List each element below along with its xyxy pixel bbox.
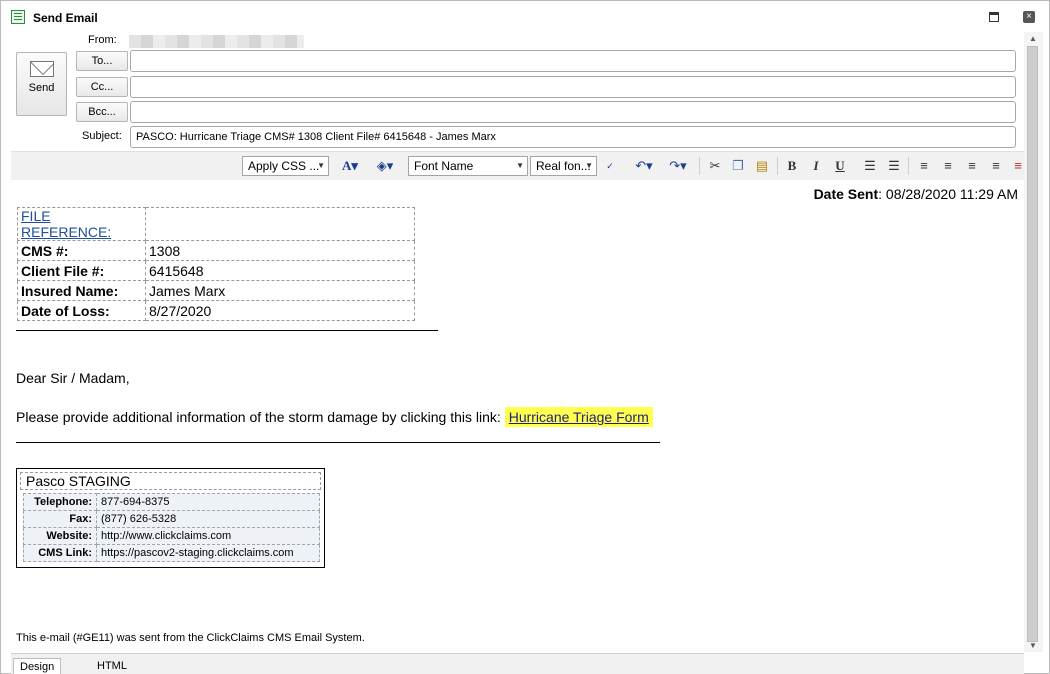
from-address-redacted <box>129 35 304 48</box>
vertical-scrollbar[interactable]: ▲ ▼ <box>1024 32 1043 652</box>
file-reference-table: FILE REFERENCE: CMS #: 1308 Client File … <box>17 207 415 321</box>
align-left-icon[interactable]: ≡ <box>915 157 933 175</box>
to-field[interactable] <box>130 50 1016 72</box>
apply-css-dropdown[interactable]: Apply CSS ... ▼ <box>242 156 329 176</box>
font-name-label: Font Name <box>414 159 474 173</box>
send-email-window: Send Email × Send From: To... Cc... Bcc.… <box>0 0 1050 674</box>
date-sent-label: Date Sent <box>813 186 879 202</box>
email-form-icon <box>11 10 25 24</box>
align-right-icon[interactable]: ≡ <box>963 157 981 175</box>
scroll-down-icon[interactable]: ▼ <box>1027 641 1039 651</box>
underline-icon[interactable]: U <box>832 157 848 175</box>
redo-icon[interactable]: ↷▾ <box>665 157 691 175</box>
font-size-dropdown[interactable]: Real fon... ▼ <box>530 156 597 176</box>
date-sent-value: : 08/28/2020 11:29 AM <box>878 186 1018 202</box>
date-of-loss-label: Date of Loss: <box>17 300 146 321</box>
subject-label: Subject: <box>82 130 122 142</box>
cc-button[interactable]: Cc... <box>76 77 128 97</box>
send-button-label: Send <box>28 82 55 94</box>
cms-value: 1308 <box>145 240 415 261</box>
scrollbar-thumb[interactable] <box>1027 46 1038 642</box>
bcc-field[interactable] <box>130 101 1016 123</box>
client-file-label: Client File #: <box>17 260 146 281</box>
editor-mode-bar: Design HTML <box>11 653 1024 674</box>
signature-block: Pasco STAGING Telephone: 877-694-8375 Fa… <box>16 468 325 568</box>
close-icon[interactable]: × <box>1023 11 1035 23</box>
hurricane-triage-form-link[interactable]: Hurricane Triage Form <box>504 407 653 427</box>
table-row: Client File #: 6415648 <box>17 260 415 281</box>
footer-note: This e-mail (#GE11) was sent from the Cl… <box>16 632 365 644</box>
separator-line <box>16 442 660 443</box>
file-reference-title: FILE REFERENCE: <box>17 207 146 241</box>
justify-icon[interactable]: ≡ <box>987 157 1005 175</box>
table-row: Insured Name: James Marx <box>17 280 415 301</box>
tab-design[interactable]: Design <box>13 658 62 674</box>
paste-icon[interactable]: ▤ <box>754 157 770 175</box>
scroll-up-icon[interactable]: ▲ <box>1027 34 1039 44</box>
editor-toolbar: Apply CSS ... ▼ A▾ ◈▾ Font Name ▼ Real fon… <box>11 151 1025 181</box>
insured-name-value: James Marx <box>145 280 415 301</box>
more-tools-icon[interactable]: ≡ <box>1011 157 1025 175</box>
insured-name-label: Insured Name: <box>17 280 146 301</box>
table-row: Telephone: 877-694-8375 <box>23 493 320 511</box>
fax-label: Fax: <box>23 510 97 528</box>
title-bar: Send Email × <box>1 1 1049 32</box>
table-cell <box>145 207 415 241</box>
message-line: Please provide additional information of… <box>16 407 653 427</box>
table-row: Website: http://www.clickclaims.com <box>23 527 320 545</box>
font-color-icon[interactable]: A▾ <box>337 157 363 175</box>
website-label: Website: <box>23 527 97 545</box>
table-row: CMS #: 1308 <box>17 240 415 261</box>
date-of-loss-value: 8/27/2020 <box>145 300 415 321</box>
numbered-list-icon[interactable]: ☰ <box>861 157 879 175</box>
fax-value: (877) 626-5328 <box>96 510 320 528</box>
tab-html[interactable]: HTML <box>91 658 133 674</box>
toolbar-divider <box>908 157 909 175</box>
date-sent: Date Sent: 08/28/2020 11:29 AM <box>814 186 1018 202</box>
bulleted-list-icon[interactable]: ☰ <box>885 157 903 175</box>
background-color-icon[interactable]: ◈▾ <box>371 157 399 175</box>
to-button[interactable]: To... <box>76 51 128 71</box>
cms-link-label: CMS Link: <box>23 544 97 562</box>
undo-icon[interactable]: ↶▾ <box>631 157 657 175</box>
maximize-icon[interactable] <box>989 12 999 22</box>
bcc-button[interactable]: Bcc... <box>76 102 128 122</box>
cms-label: CMS #: <box>17 240 146 261</box>
font-size-label: Real fon... <box>536 159 591 173</box>
cc-field[interactable] <box>130 76 1016 98</box>
table-row: CMS Link: https://pascov2-staging.clickc… <box>23 544 320 562</box>
telephone-value: 877-694-8375 <box>96 493 320 511</box>
cut-icon[interactable]: ✂ <box>707 157 723 175</box>
email-header: Send From: To... Cc... Bcc... Subject: P… <box>11 32 1025 150</box>
toolbar-divider <box>699 157 700 175</box>
website-value: http://www.clickclaims.com <box>96 527 320 545</box>
font-name-dropdown[interactable]: Font Name ▼ <box>408 156 528 176</box>
spellcheck-icon[interactable]: ✓ <box>601 157 619 175</box>
bold-icon[interactable]: B <box>784 157 800 175</box>
from-label: From: <box>88 34 117 46</box>
email-body-editor[interactable]: Date Sent: 08/28/2020 11:29 AM FILE REFE… <box>11 180 1024 652</box>
subject-field[interactable]: PASCO: Hurricane Triage CMS# 1308 Client… <box>130 126 1016 148</box>
table-row: Fax: (877) 626-5328 <box>23 510 320 528</box>
table-row: FILE REFERENCE: <box>17 207 415 241</box>
window-title: Send Email <box>33 11 98 25</box>
align-center-icon[interactable]: ≡ <box>939 157 957 175</box>
message-text: Please provide additional information of… <box>16 409 505 425</box>
signature-company: Pasco STAGING <box>20 472 321 490</box>
italic-icon[interactable]: I <box>808 157 824 175</box>
cms-link-value: https://pascov2-staging.clickclaims.com <box>96 544 320 562</box>
table-row: Date of Loss: 8/27/2020 <box>17 300 415 321</box>
salutation: Dear Sir / Madam, <box>16 370 130 386</box>
send-button[interactable]: Send <box>16 52 67 116</box>
telephone-label: Telephone: <box>23 493 97 511</box>
toolbar-divider <box>777 157 778 175</box>
client-file-value: 6415648 <box>145 260 415 281</box>
envelope-icon <box>30 61 54 77</box>
separator-line <box>16 330 438 331</box>
copy-icon[interactable]: ❐ <box>730 157 746 175</box>
apply-css-label: Apply CSS ... <box>248 159 320 173</box>
signature-contact-table: Telephone: 877-694-8375 Fax: (877) 626-5… <box>23 493 320 562</box>
